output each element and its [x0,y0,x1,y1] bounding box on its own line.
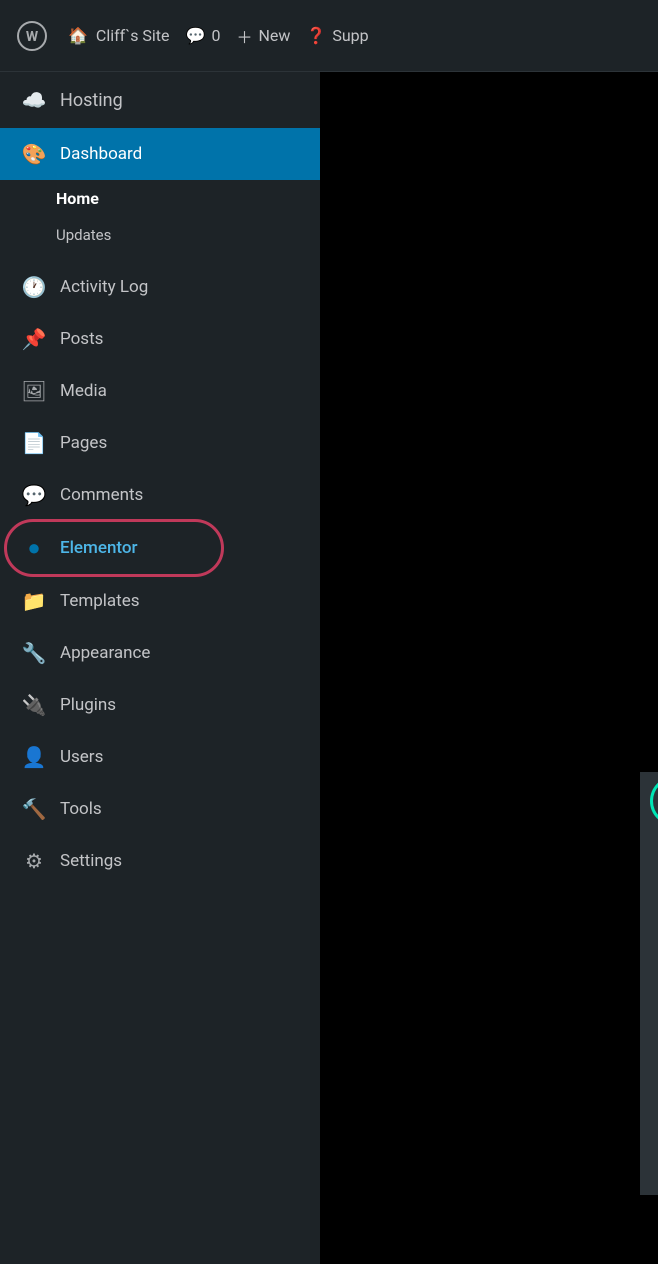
users-label: Users [60,747,103,767]
house-icon: 🏠 [68,26,88,45]
svg-text:W: W [26,29,39,45]
sidebar-item-settings[interactable]: ⚙ Settings [0,835,320,887]
submenu-item-element-manager[interactable]: Element Manager [640,1054,658,1101]
support-nav[interactable]: ❓ Supp [306,26,368,45]
settings-label: Settings [60,851,122,871]
sidebar-item-tools[interactable]: 🔨 Tools [0,783,320,835]
updates-label: Updates [56,226,111,244]
hosting-label: Hosting [60,90,123,111]
site-name-label: Cliff`s Site [96,26,170,45]
users-icon: 👤 [20,745,48,769]
sidebar-item-hosting[interactable]: ☁️ Hosting [0,72,320,128]
sidebar-item-users[interactable]: 👤 Users [0,731,320,783]
submenu-item-tools[interactable]: Tools [640,1101,658,1148]
appearance-icon: 🔧 [20,641,48,665]
appearance-label: Appearance [60,643,150,663]
new-label: New [258,26,290,45]
elementor-submenu: Settings Submissions Custom Fonts Custom… [640,772,658,1195]
question-icon: ❓ [306,26,326,45]
comments-label: Comments [60,485,143,505]
tools-label: Tools [60,799,102,819]
sidebar-item-comments[interactable]: 💬 Comments [0,469,320,521]
wp-logo[interactable]: W [12,16,52,56]
dashboard-label: Dashboard [60,144,142,164]
sidebar-item-posts[interactable]: 📌 Posts [0,313,320,365]
main-content-area: Settings Submissions Custom Fonts Custom… [320,72,658,1264]
sidebar-item-templates[interactable]: 📁 Templates [0,575,320,627]
home-label: Home [56,189,99,208]
plugins-icon: 🔌 [20,693,48,717]
tools-icon: 🔨 [20,797,48,821]
sidebar: ☁️ Hosting 🎨 Dashboard Home Updates 🕐 Ac… [0,72,320,1264]
admin-bar: W 🏠 Cliff`s Site 💬 0 ＋ New ❓ Supp [0,0,658,72]
comments-icon: 💬 [20,483,48,507]
sidebar-item-activity-log[interactable]: 🕐 Activity Log [0,261,320,313]
media-label: Media [60,381,107,401]
sidebar-sub-home[interactable]: Home [0,180,320,217]
templates-label: Templates [60,591,140,611]
comments-nav[interactable]: 💬 0 [186,26,221,45]
dashboard-icon: 🎨 [20,142,48,166]
elementor-icon: ● [20,535,48,561]
site-name-nav[interactable]: 🏠 Cliff`s Site [68,26,170,45]
new-nav[interactable]: ＋ New [236,24,290,48]
submenu-item-role-manager[interactable]: Role Manager [640,1007,658,1054]
main-layout: ☁️ Hosting 🎨 Dashboard Home Updates 🕐 Ac… [0,72,658,1264]
plus-icon: ＋ [236,24,252,48]
settings-icon: ⚙ [20,849,48,873]
settings-annotation-circle [650,776,658,826]
sidebar-item-appearance[interactable]: 🔧 Appearance [0,627,320,679]
sidebar-item-dashboard[interactable]: 🎨 Dashboard [0,128,320,180]
plugins-label: Plugins [60,695,116,715]
pages-icon: 📄 [20,431,48,455]
media-icon: 🖼 [20,379,48,403]
submenu-item-custom-code[interactable]: Custom Code [640,960,658,1007]
posts-label: Posts [60,329,103,349]
sidebar-item-elementor[interactable]: ● Elementor [0,521,320,575]
cloud-icon: ☁️ [20,88,48,112]
comment-count: 0 [211,26,220,45]
elementor-label: Elementor [60,538,138,558]
posts-icon: 📌 [20,327,48,351]
pages-label: Pages [60,433,107,453]
templates-icon: 📁 [20,589,48,613]
activity-log-label: Activity Log [60,277,148,297]
sidebar-item-plugins[interactable]: 🔌 Plugins [0,679,320,731]
dashboard-submenu: Home Updates [0,180,320,261]
submenu-item-system-info[interactable]: System Info [640,1148,658,1195]
sidebar-item-pages[interactable]: 📄 Pages [0,417,320,469]
submenu-item-custom-fonts[interactable]: Custom Fonts [640,866,658,913]
activity-log-icon: 🕐 [20,275,48,299]
comment-icon: 💬 [186,26,206,45]
submenu-item-submissions[interactable]: Submissions [640,819,658,866]
submenu-item-settings[interactable]: Settings [640,772,658,819]
support-label: Supp [332,26,368,45]
submenu-item-custom-icons[interactable]: Custom Icons [640,913,658,960]
sidebar-item-media[interactable]: 🖼 Media [0,365,320,417]
sidebar-sub-updates[interactable]: Updates [0,217,320,253]
